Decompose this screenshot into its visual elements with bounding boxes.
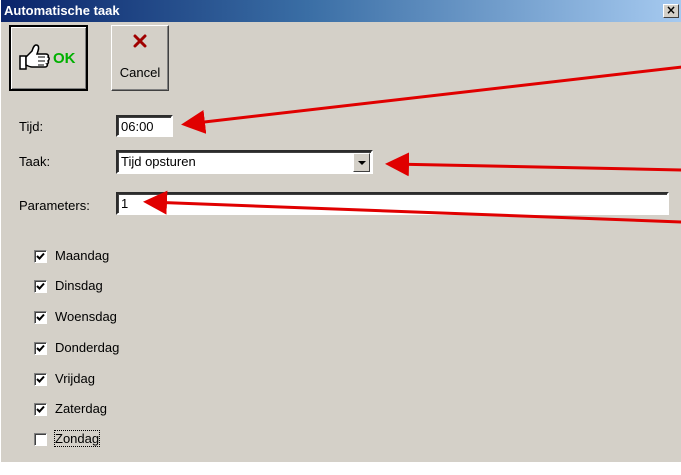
annotation-arrow-tijd bbox=[181, 65, 681, 134]
annotation-arrow-taak bbox=[385, 152, 681, 177]
automatische-taak-dialog: Automatische taak × OK Cancel Tijd: 06:0… bbox=[0, 0, 681, 462]
annotation-arrow-parameters bbox=[143, 190, 681, 224]
annotation-arrows bbox=[143, 65, 681, 224]
